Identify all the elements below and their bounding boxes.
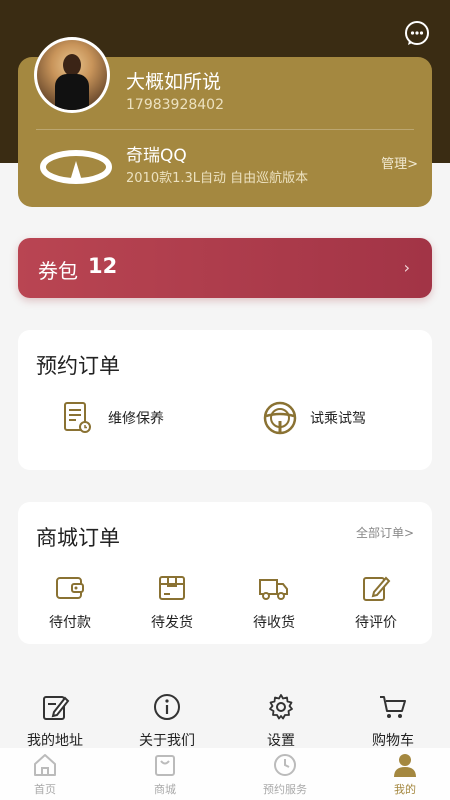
test-drive-label: 试乘试驾 <box>310 411 366 427</box>
mall-orders-panel: 商城订单 全部订单> 待付款 待发货 待收货 待评价 <box>18 502 432 644</box>
about-us-button[interactable]: 关于我们 <box>122 692 212 750</box>
tab-mall[interactable]: 商城 <box>120 752 210 797</box>
info-icon <box>154 694 180 720</box>
maintenance-label: 维修保养 <box>108 411 164 427</box>
tab-mine-label: 我的 <box>394 783 416 796</box>
pending-shipment-label: 待发货 <box>151 615 193 631</box>
all-orders-link[interactable]: 全部订单> <box>356 524 414 541</box>
coupon-banner[interactable]: 券包 12 › <box>18 238 432 298</box>
mall-orders-title: 商城订单 <box>36 526 120 550</box>
pending-review-button[interactable]: 待评价 <box>336 572 416 632</box>
my-address-button[interactable]: 我的地址 <box>10 692 100 750</box>
tab-home[interactable]: 首页 <box>0 752 90 797</box>
address-edit-icon <box>43 696 70 720</box>
car-name: 奇瑞QQ <box>126 146 187 166</box>
wallet-icon <box>56 577 84 599</box>
cart-button[interactable]: 购物车 <box>348 692 438 750</box>
user-icon <box>394 754 416 777</box>
tools-row: 我的地址 关于我们 设置 购物车 <box>0 684 450 754</box>
user-phone: 17983928402 <box>126 97 224 113</box>
pending-receipt-button[interactable]: 待收货 <box>234 572 314 632</box>
user-name: 大概如所说 <box>126 71 222 93</box>
chery-logo-icon <box>40 150 112 184</box>
avatar-photo <box>37 40 107 110</box>
tab-booking[interactable]: 预约服务 <box>240 752 330 797</box>
steering-wheel-icon <box>263 401 297 435</box>
car-description: 2010款1.3L自动 自由巡航版本 <box>126 171 309 186</box>
gear-icon <box>269 694 293 720</box>
box-icon <box>159 576 185 600</box>
pending-shipment-button[interactable]: 待发货 <box>132 572 212 632</box>
bottom-tab-bar: 首页 商城 预约服务 我的 <box>0 748 450 800</box>
pending-receipt-label: 待收货 <box>253 615 295 631</box>
home-icon <box>34 754 56 776</box>
cart-label: 购物车 <box>372 733 414 749</box>
tab-mine[interactable]: 我的 <box>360 752 450 797</box>
booking-orders-title: 预约订单 <box>36 354 120 378</box>
message-icon[interactable] <box>404 20 430 46</box>
clock-icon <box>274 754 296 776</box>
cart-icon <box>380 696 406 718</box>
booking-orders-panel: 预约订单 维修保养 试乘试驾 <box>18 330 432 470</box>
pending-payment-button[interactable]: 待付款 <box>30 572 110 632</box>
my-address-label: 我的地址 <box>27 733 83 749</box>
tab-booking-label: 预约服务 <box>263 783 307 796</box>
card-divider <box>36 129 414 130</box>
coupon-label: 券包 <box>38 259 78 283</box>
coupon-count: 12 <box>88 254 118 278</box>
profile-card: 大概如所说 17983928402 奇瑞QQ 2010款1.3L自动 自由巡航版… <box>18 37 432 207</box>
repair-document-icon <box>64 402 91 433</box>
chevron-right-icon: › <box>403 258 410 277</box>
shop-bag-icon <box>155 755 175 776</box>
pending-review-label: 待评价 <box>355 615 397 631</box>
maintenance-button[interactable]: 维修保养 <box>60 400 164 436</box>
manage-car-link[interactable]: 管理> <box>381 153 418 172</box>
pending-payment-label: 待付款 <box>49 615 91 631</box>
truck-icon <box>259 579 288 600</box>
about-us-label: 关于我们 <box>139 733 195 749</box>
avatar[interactable] <box>34 37 110 113</box>
settings-button[interactable]: 设置 <box>236 692 326 750</box>
settings-label: 设置 <box>267 733 295 749</box>
tab-home-label: 首页 <box>34 783 56 796</box>
test-drive-button[interactable]: 试乘试驾 <box>262 400 366 436</box>
edit-review-icon <box>363 576 391 601</box>
tab-mall-label: 商城 <box>154 783 176 796</box>
